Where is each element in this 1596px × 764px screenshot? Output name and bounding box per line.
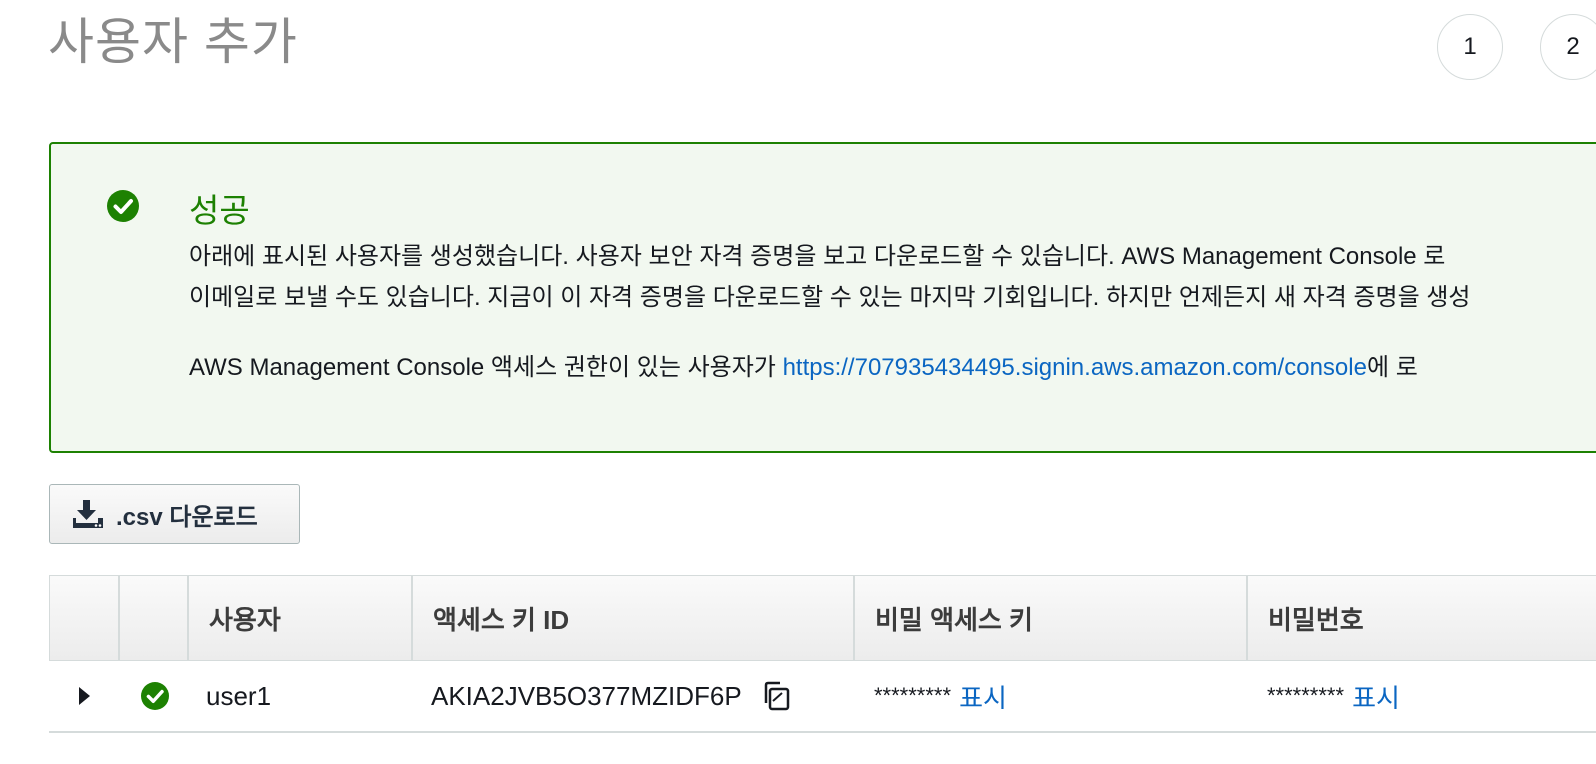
- show-secret-key-link[interactable]: 표시: [959, 678, 1007, 715]
- column-header-expand: [50, 576, 120, 660]
- download-csv-label: .csv 다운로드: [116, 503, 258, 531]
- table-header: 사용자 액세스 키 ID 비밀 액세스 키 비밀번호: [49, 575, 1596, 661]
- password-cell: ********* 표시: [1267, 661, 1400, 731]
- alert-console-suffix: 에 로: [1366, 354, 1418, 381]
- secret-access-key-cell: ********* 표시: [874, 661, 1007, 731]
- console-signin-link[interactable]: https://707935434495.signin.aws.amazon.c…: [783, 354, 1367, 381]
- user-name: user1: [206, 680, 272, 711]
- alert-heading: 성공: [189, 192, 250, 229]
- wizard-step-1[interactable]: 1: [1437, 14, 1503, 80]
- caret-right-icon: [79, 687, 90, 705]
- page-title: 사용자 추가: [48, 14, 298, 70]
- copy-icon[interactable]: [760, 679, 794, 713]
- show-password-link[interactable]: 표시: [1352, 678, 1400, 715]
- alert-message-line-1: 아래에 표시된 사용자를 생성했습니다. 사용자 보안 자격 증명을 보고 다운…: [189, 243, 1446, 270]
- column-header-secret-access-key: 비밀 액세스 키: [855, 576, 1248, 660]
- download-icon: [73, 500, 103, 528]
- access-key-id-value: AKIA2JVB5O377MZIDF6P: [431, 680, 742, 711]
- success-alert: 성공 아래에 표시된 사용자를 생성했습니다. 사용자 보안 자격 증명을 보고…: [49, 142, 1596, 453]
- password-masked: *********: [1267, 683, 1345, 708]
- row-expand-toggle[interactable]: [77, 661, 91, 731]
- success-check-icon: [107, 190, 139, 222]
- row-status: [141, 661, 169, 731]
- column-header-password: 비밀번호: [1268, 604, 1364, 635]
- add-user-page: 사용자 추가 1 2 성공 아래에 표시된 사용자를 생성했습니다. 사용자 보…: [0, 0, 1596, 764]
- wizard-step-2[interactable]: 2: [1540, 14, 1596, 80]
- column-header-user: 사용자: [189, 576, 413, 660]
- access-key-id-cell: AKIA2JVB5O377MZIDF6P: [431, 661, 794, 731]
- alert-message-line-2: 이메일로 보낼 수도 있습니다. 지금이 이 자격 증명을 다운로드할 수 있는…: [189, 284, 1471, 311]
- column-header-access-key-id: 액세스 키 ID: [413, 576, 855, 660]
- alert-console-text: AWS Management Console 액세스 권한이 있는 사용자가: [189, 354, 783, 381]
- users-credentials-table: 사용자 액세스 키 ID 비밀 액세스 키 비밀번호 user1 AKIA2JV…: [49, 575, 1596, 733]
- table-row: user1 AKIA2JVB5O377MZIDF6P ********* 표시 …: [49, 661, 1596, 733]
- column-header-status: [120, 576, 189, 660]
- download-csv-button[interactable]: .csv 다운로드: [49, 484, 300, 544]
- success-check-icon: [141, 682, 169, 710]
- alert-message-line-3: AWS Management Console 액세스 권한이 있는 사용자가 h…: [189, 347, 1418, 382]
- secret-access-key-masked: *********: [874, 683, 952, 708]
